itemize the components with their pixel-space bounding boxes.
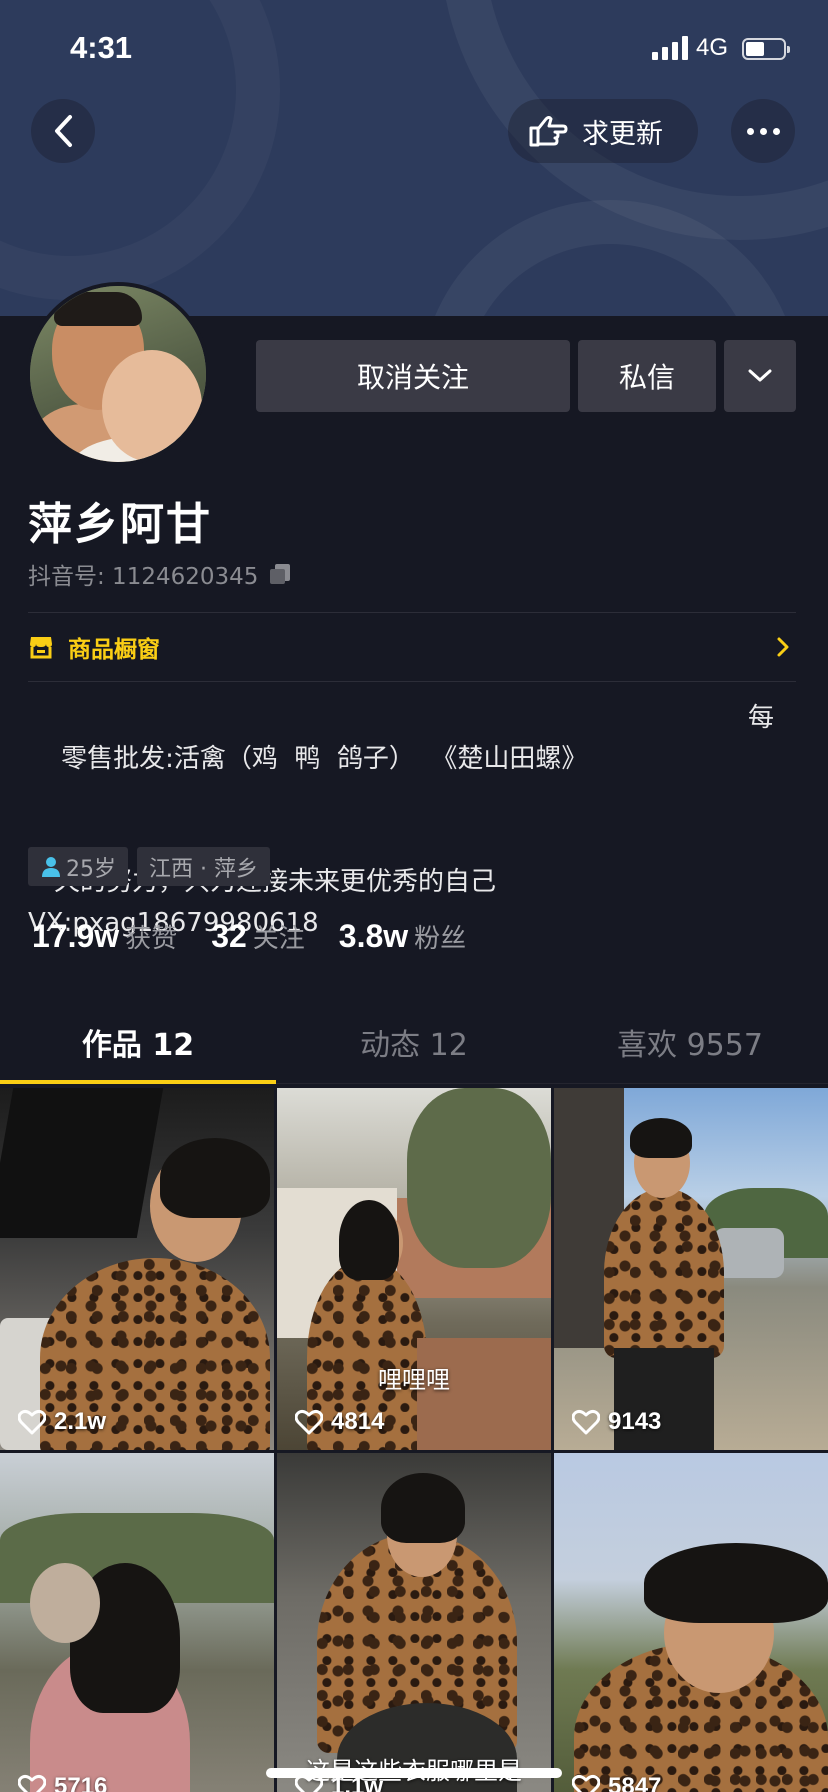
- chevron-down-icon: [748, 369, 772, 382]
- profile-stats: 17.9w 获赞 32 关注 3.8w 粉丝: [32, 918, 500, 955]
- hand-pointer-icon: [529, 116, 568, 147]
- shop-window-row[interactable]: 商品橱窗: [28, 614, 796, 680]
- status-bar: 4:31 4G: [0, 0, 828, 96]
- stat-likes: 17.9w 获赞: [32, 918, 177, 955]
- request-update-label: 求更新: [582, 118, 663, 150]
- shop-icon: [30, 637, 52, 659]
- divider: [28, 681, 796, 682]
- bio-line-1: 零售批发:活禽（鸡 鸭 鸽子） 《楚山田螺》: [61, 744, 588, 774]
- like-count: 5847: [572, 1773, 661, 1792]
- douyin-id: 抖音号: 1124620345: [28, 557, 292, 591]
- like-count: 9143: [572, 1408, 661, 1436]
- like-count: 2.1w: [18, 1408, 106, 1436]
- like-count: 4814: [295, 1408, 384, 1436]
- heart-icon: [295, 1409, 323, 1435]
- back-icon: [55, 115, 72, 147]
- location-text: 江西 · 萍乡: [149, 856, 258, 882]
- shop-window-label: 商品橱窗: [68, 637, 160, 663]
- chevron-right-icon: [777, 637, 789, 657]
- person-icon: [42, 856, 60, 877]
- stat-value: 3.8w: [338, 918, 409, 954]
- location-tag: 江西 · 萍乡: [137, 847, 270, 886]
- more-icon: [746, 127, 780, 135]
- status-time: 4:31: [70, 30, 133, 65]
- home-indicator[interactable]: [266, 1768, 562, 1778]
- like-count: 5716: [18, 1773, 107, 1792]
- divider: [28, 612, 796, 613]
- tab-likes[interactable]: 喜欢 9557: [552, 1000, 828, 1083]
- douyin-id-text: 抖音号: 1124620345: [28, 564, 259, 590]
- recommend-dropdown-button[interactable]: [724, 340, 796, 412]
- video-caption: 哩哩哩: [378, 1366, 450, 1394]
- tab-moments[interactable]: 动态 12: [276, 1000, 552, 1083]
- heart-icon: [18, 1774, 46, 1792]
- profile-name: 萍乡阿甘: [28, 499, 212, 550]
- bio-line-1-tail: 每: [748, 703, 775, 733]
- stat-value: 17.9w: [32, 918, 120, 954]
- message-button[interactable]: 私信: [578, 340, 716, 412]
- signal-icon: [652, 36, 688, 60]
- stat-followers[interactable]: 3.8w 粉丝: [339, 918, 466, 955]
- bio-line: 零售批发:活禽（鸡 鸭 鸽子） 《楚山田螺》 每: [28, 698, 798, 862]
- stat-label: 粉丝: [414, 924, 467, 954]
- heart-icon: [572, 1409, 600, 1435]
- profile-tags: 25岁 江西 · 萍乡: [28, 847, 270, 886]
- back-button[interactable]: [31, 99, 95, 163]
- stat-label: 关注: [252, 924, 305, 954]
- profile-bio: 零售批发:活禽（鸡 鸭 鸽子） 《楚山田螺》 每 一天的努力，只为迎接未来更优秀…: [28, 698, 798, 944]
- video-thumbnail[interactable]: 哩哩哩 4814: [277, 1088, 551, 1450]
- stat-value: 32: [211, 918, 247, 954]
- copy-icon[interactable]: [268, 562, 292, 586]
- network-type: 4G: [696, 34, 729, 61]
- unfollow-button[interactable]: 取消关注: [256, 340, 570, 412]
- video-thumbnail[interactable]: 9143: [554, 1088, 828, 1450]
- age-tag: 25岁: [28, 847, 128, 886]
- tab-works[interactable]: 作品 12: [0, 1000, 276, 1084]
- more-button[interactable]: [731, 99, 795, 163]
- video-thumbnail[interactable]: 这是这些衣服哪里是 1.1w: [277, 1453, 551, 1792]
- heart-icon: [572, 1774, 600, 1792]
- avatar[interactable]: [26, 282, 210, 466]
- request-update-button[interactable]: 求更新: [508, 99, 698, 163]
- video-grid: 2.1w 哩哩哩 4814 9143 5716 1.1w 5847: [0, 1088, 828, 1792]
- content-tabs: 作品 12 动态 12 喜欢 9557: [0, 1000, 828, 1084]
- stat-label: 获赞: [125, 924, 178, 954]
- video-thumbnail[interactable]: 5847: [554, 1453, 828, 1792]
- video-thumbnail[interactable]: 2.1w: [0, 1088, 274, 1450]
- battery-icon: [742, 38, 790, 60]
- stat-following[interactable]: 32 关注: [211, 918, 305, 955]
- heart-icon: [18, 1409, 46, 1435]
- age-text: 25岁: [66, 856, 116, 882]
- video-thumbnail[interactable]: 5716: [0, 1453, 274, 1792]
